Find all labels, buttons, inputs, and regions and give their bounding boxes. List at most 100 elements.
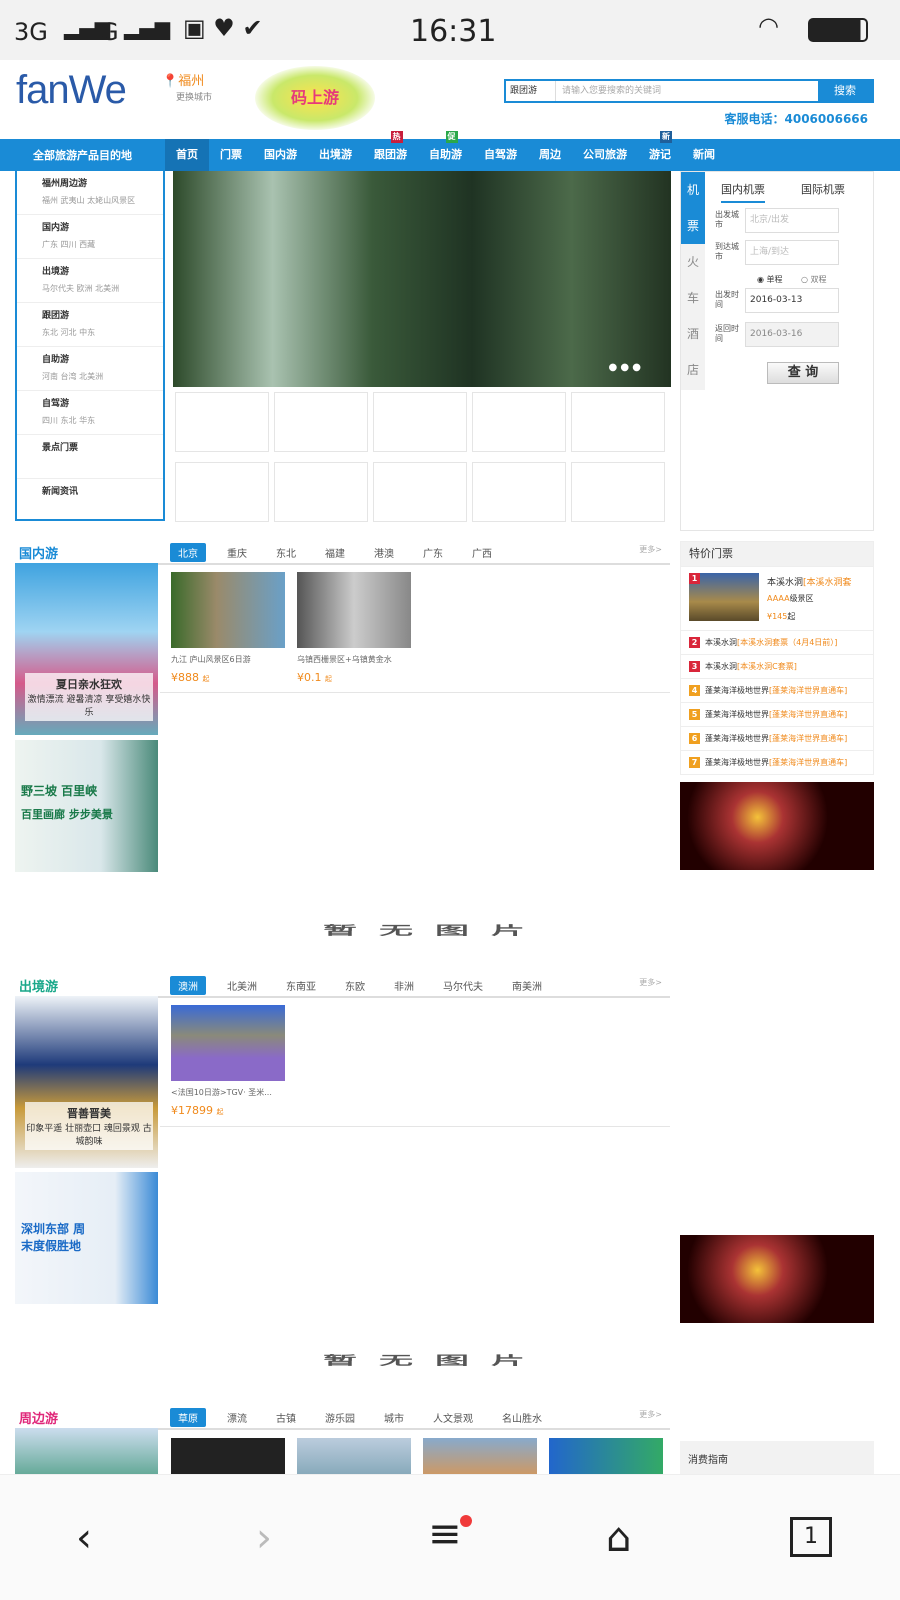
tab[interactable]: 漂流 <box>219 1408 255 1427</box>
deal-top[interactable]: 1 本溪水洞[本溪水洞套 AAAA级景区 ¥145起 <box>681 566 873 630</box>
sidebar-item[interactable]: 自助游 河南 台湾 北美洲 <box>17 347 163 391</box>
tab[interactable]: 东南亚 <box>278 976 324 995</box>
search-input[interactable]: 请输入您要搜索的关键词 <box>556 81 818 101</box>
tile[interactable] <box>274 462 368 522</box>
deal-row[interactable]: 2 本溪水洞 [本溪水洞套票（4月4日前）] <box>681 630 873 654</box>
tab-domestic-flights[interactable]: 国内机票 <box>721 181 765 203</box>
nav-group[interactable]: 热跟团游 <box>363 131 418 171</box>
ad-image[interactable] <box>680 1235 874 1323</box>
forward-button[interactable]: › <box>256 1515 272 1561</box>
tile[interactable] <box>175 392 269 452</box>
nav-travelogue[interactable]: 新游记 <box>638 131 682 171</box>
arrive-city-input[interactable]: 上海/到达 <box>745 240 839 265</box>
return-date-input[interactable]: 2016-03-16 <box>745 322 839 347</box>
tile[interactable] <box>472 392 566 452</box>
tab[interactable]: 广西 <box>464 543 500 562</box>
product-card[interactable]: <法国10日游>TGV· 圣米... ¥17899 起 <box>171 1005 285 1117</box>
carousel-dots[interactable]: ● ● ● <box>608 362 641 373</box>
current-city[interactable]: 📍福州 <box>162 70 204 89</box>
nav-self-guided[interactable]: 促自助游 <box>418 131 473 171</box>
tile[interactable] <box>175 462 269 522</box>
tab[interactable]: 东北 <box>268 543 304 562</box>
promo-banner[interactable]: 码上游 <box>255 66 375 130</box>
round-trip-radio[interactable]: ○ 双程 <box>801 274 827 285</box>
ad-image[interactable] <box>680 782 874 870</box>
more-link[interactable]: 更多> <box>639 544 662 555</box>
nav-outbound[interactable]: 出境游 <box>308 139 363 171</box>
nav-home[interactable]: 首页 <box>165 139 209 171</box>
deal-row[interactable]: 3 本溪水洞 [本溪水洞C套票] <box>681 654 873 678</box>
tile[interactable] <box>373 392 467 452</box>
tab[interactable]: 城市 <box>376 1408 412 1427</box>
query-button[interactable]: 查 询 <box>767 362 839 384</box>
hero-carousel[interactable]: ● ● ● <box>173 171 671 387</box>
home-button[interactable]: ⌂ <box>606 1515 631 1561</box>
tab-hotel-1[interactable]: 酒 <box>681 316 705 352</box>
tab[interactable]: 古镇 <box>268 1408 304 1427</box>
search-category-select[interactable]: 跟团游 <box>506 81 556 101</box>
tab-train-2[interactable]: 车 <box>681 280 705 316</box>
back-button[interactable]: ‹ <box>76 1515 92 1561</box>
more-link[interactable]: 更多> <box>639 977 662 988</box>
tab[interactable]: 南美洲 <box>504 976 550 995</box>
tile[interactable] <box>373 462 467 522</box>
tab[interactable]: 福建 <box>317 543 353 562</box>
tab[interactable]: 北美洲 <box>219 976 265 995</box>
nav-news[interactable]: 新闻 <box>682 139 726 171</box>
tab-hotel-2[interactable]: 店 <box>681 352 705 388</box>
sidebar-item[interactable]: 跟团游 东北 河北 中东 <box>17 303 163 347</box>
deal-row[interactable]: 7 蓬莱海洋极地世界 [蓬莱海洋世界直通车] <box>681 750 873 774</box>
depart-city-input[interactable]: 北京/出发 <box>745 208 839 233</box>
nav-tickets[interactable]: 门票 <box>209 139 253 171</box>
tab-train-1[interactable]: 火 <box>681 244 705 280</box>
tab[interactable]: 港澳 <box>366 543 402 562</box>
logo[interactable]: fanWe <box>16 68 127 113</box>
deal-row[interactable]: 4 蓬莱海洋极地世界 [蓬莱海洋世界直通车] <box>681 678 873 702</box>
tabs-button[interactable]: 1 <box>790 1517 832 1557</box>
tab[interactable]: 澳洲 <box>170 976 206 995</box>
sidebar-item[interactable]: 自驾游 四川 东北 华东 <box>17 391 163 435</box>
tile[interactable] <box>274 392 368 452</box>
sidebar-item[interactable]: 福州周边游 福州 武夷山 太姥山风景区 <box>17 171 163 215</box>
tab[interactable]: 非洲 <box>386 976 422 995</box>
tab[interactable]: 游乐园 <box>317 1408 363 1427</box>
domestic-banner-2[interactable]: 野三坡 百里峡 百里画廊 步步美景 <box>15 740 158 872</box>
one-way-radio[interactable]: ◉ 单程 <box>757 274 783 285</box>
menu-button[interactable]: ≡ <box>428 1511 472 1557</box>
tab[interactable]: 人文景观 <box>425 1408 481 1427</box>
deal-row[interactable]: 5 蓬莱海洋极地世界 [蓬莱海洋世界直通车] <box>681 702 873 726</box>
nav-nearby[interactable]: 周边 <box>528 139 572 171</box>
sidebar-item[interactable]: 国内游 广东 四川 西藏 <box>17 215 163 259</box>
product-image[interactable] <box>171 1438 285 1474</box>
tab[interactable]: 草原 <box>170 1408 206 1427</box>
tab[interactable]: 广东 <box>415 543 451 562</box>
nearby-banner[interactable] <box>15 1428 158 1474</box>
sidebar-item[interactable]: 景点门票 <box>17 435 163 479</box>
tab[interactable]: 重庆 <box>219 543 255 562</box>
product-card[interactable]: 乌镇西栅景区+乌镇黄金水 ¥0.1 起 <box>297 572 411 684</box>
nav-company-travel[interactable]: 公司旅游 <box>572 139 638 171</box>
outbound-banner-1[interactable]: 晋善晋美 印象平遥 壮丽壶口 魂回景观 古城韵味 <box>15 996 158 1168</box>
product-image[interactable] <box>423 1438 537 1474</box>
sidebar-item[interactable]: 新闻资讯 <box>17 479 163 523</box>
search-button[interactable]: 搜索 <box>818 81 872 101</box>
tile[interactable] <box>571 392 665 452</box>
tile[interactable] <box>571 462 665 522</box>
product-card[interactable]: 九江 庐山风景区6日游 ¥888 起 <box>171 572 285 684</box>
product-image[interactable] <box>297 1438 411 1474</box>
nav-self-drive[interactable]: 自驾游 <box>473 139 528 171</box>
sidebar-item[interactable]: 出境游 马尔代夫 欧洲 北美洲 <box>17 259 163 303</box>
depart-date-input[interactable]: 2016-03-13 <box>745 288 839 313</box>
tab-flight-2[interactable]: 票 <box>681 208 705 244</box>
nav-domestic[interactable]: 国内游 <box>253 139 308 171</box>
all-destinations[interactable]: 全部旅游产品目的地 <box>0 147 165 163</box>
tab[interactable]: 北京 <box>170 543 206 562</box>
domestic-banner-1[interactable]: 夏日亲水狂欢 激情漂流 避暑清凉 享受嬉水快乐 <box>15 563 158 735</box>
change-city-link[interactable]: 更换城市 <box>176 90 212 103</box>
outbound-banner-2[interactable]: 深圳东部 周末度假胜地 <box>15 1172 158 1304</box>
deal-row[interactable]: 6 蓬莱海洋极地世界 [蓬莱海洋世界直通车] <box>681 726 873 750</box>
tab-flight-1[interactable]: 机 <box>681 172 705 208</box>
tab-international-flights[interactable]: 国际机票 <box>801 181 845 197</box>
tab[interactable]: 马尔代夫 <box>435 976 491 995</box>
tile[interactable] <box>472 462 566 522</box>
